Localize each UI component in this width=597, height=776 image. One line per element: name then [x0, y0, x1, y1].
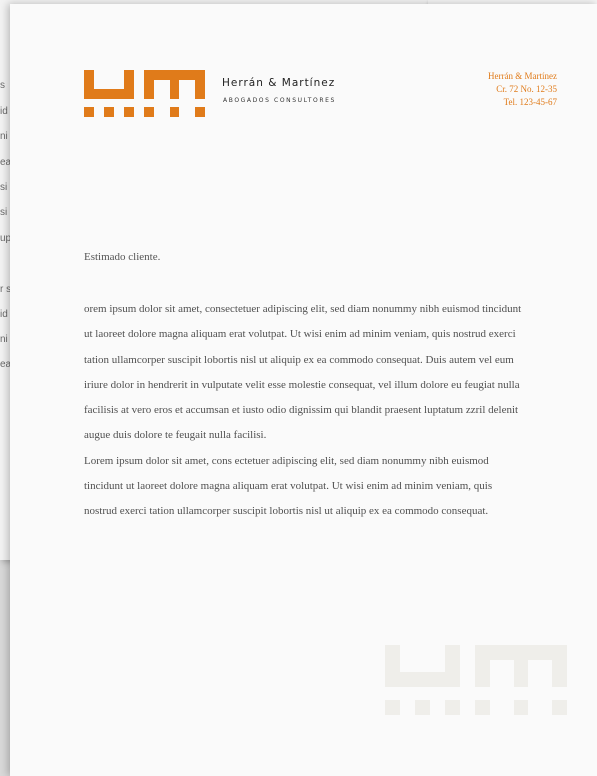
contact-name: Herrán & Martínez: [488, 71, 557, 81]
body-paragraph: orem ipsum dolor sit amet, consectetuer …: [84, 303, 522, 442]
contact-address: Cr. 72 No. 12-35: [496, 84, 557, 94]
letter-sheet: Herrán & Martínez ABOGADOS CONSULTORES H…: [10, 4, 597, 776]
body-paragraph: Lorem ipsum dolor sit amet, cons ectetue…: [84, 454, 493, 518]
contact-block: Herrán & Martínez Cr. 72 No. 12-35 Tel. …: [488, 70, 557, 109]
hm-watermark-icon: [385, 645, 567, 715]
firm-subtitle: ABOGADOS CONSULTORES: [223, 97, 336, 104]
contact-phone: Tel. 123-45-67: [503, 97, 557, 107]
letter-greeting: Estimado cliente.: [84, 251, 161, 263]
letter-body: orem ipsum dolor sit amet, consectetuer …: [84, 297, 524, 525]
firm-name: Herrán & Martínez: [222, 77, 336, 89]
hm-logo-icon: [84, 70, 205, 117]
